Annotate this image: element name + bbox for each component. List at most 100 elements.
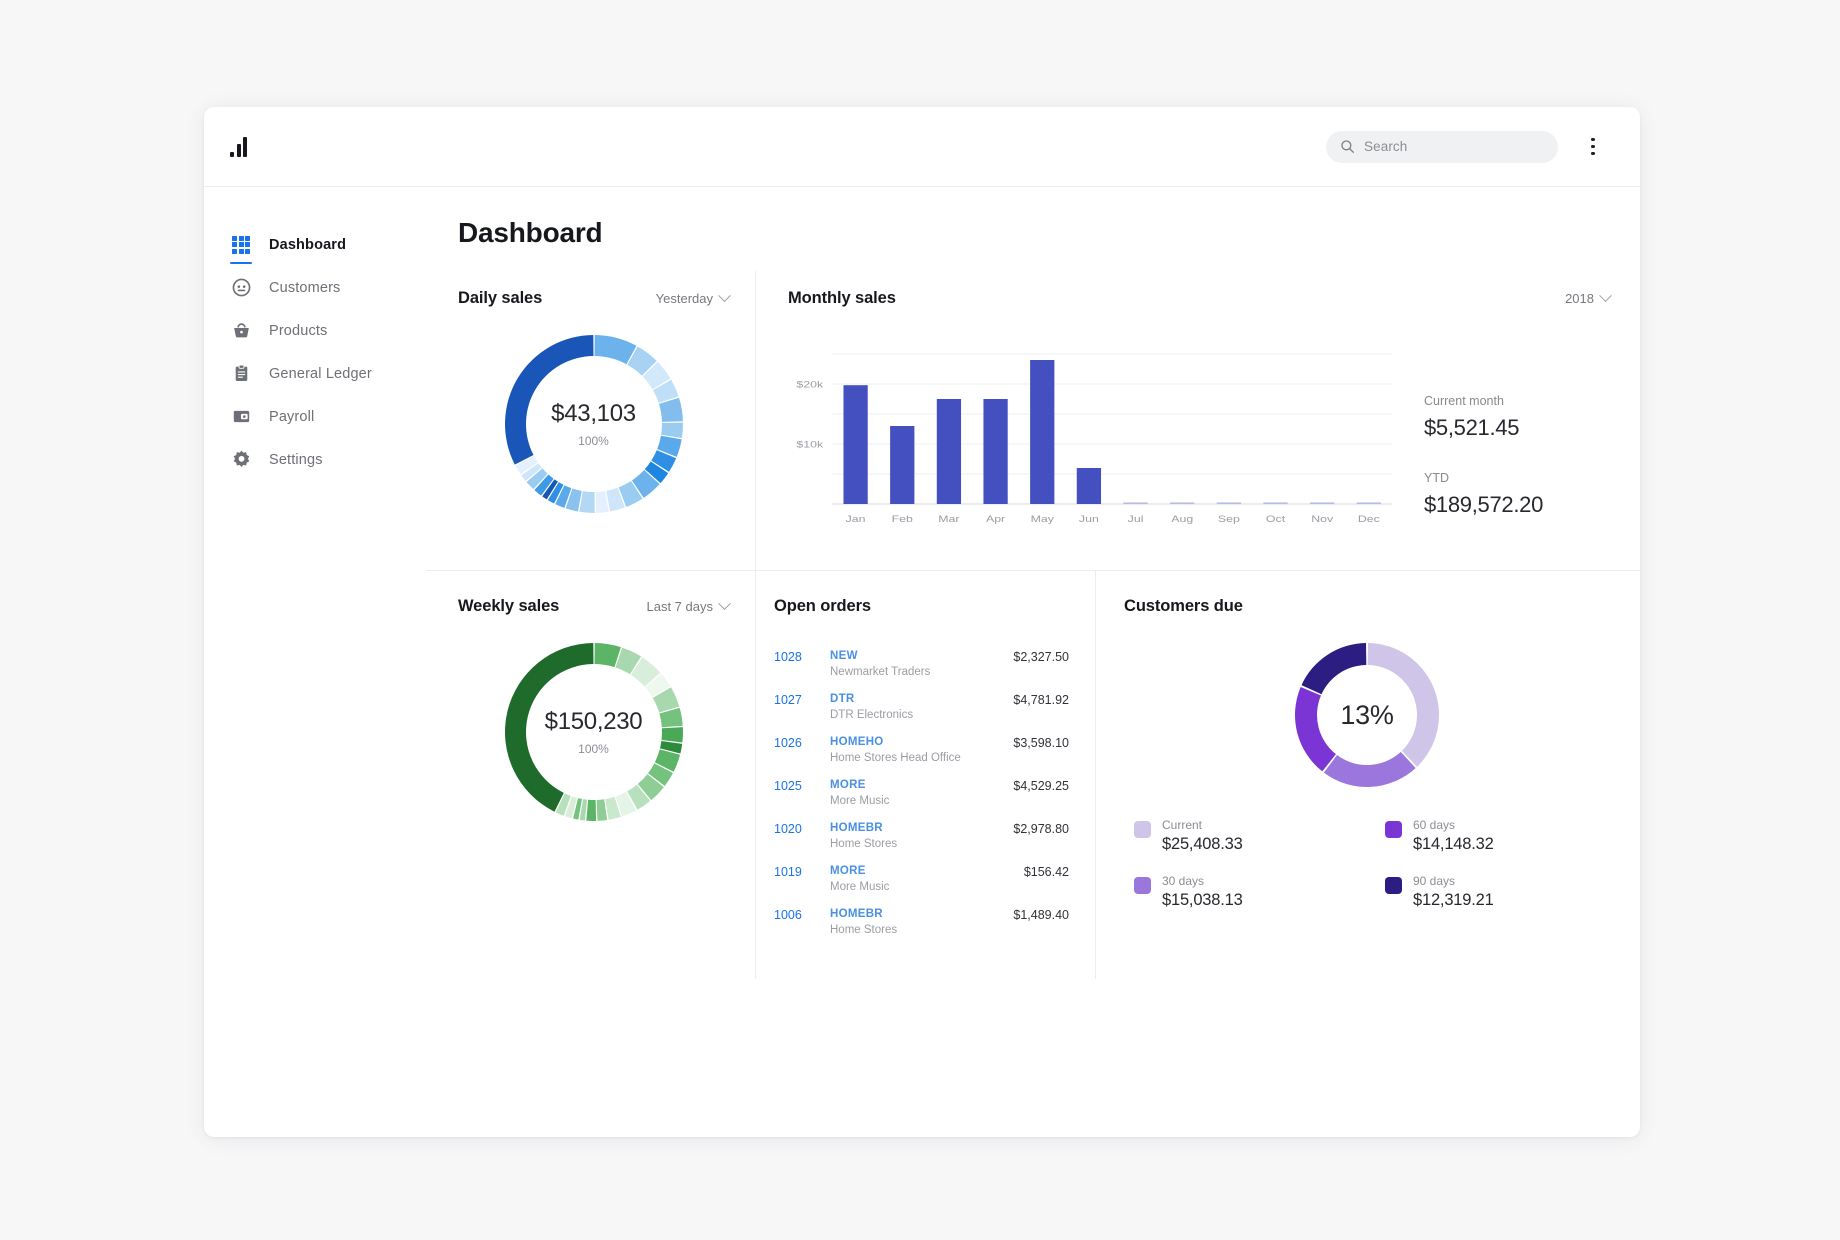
sidebar: Dashboard Customers Products General Led… xyxy=(204,187,426,1137)
daily-sales-range-dropdown[interactable]: Yesterday xyxy=(656,289,731,306)
order-code[interactable]: NEW xyxy=(830,650,1013,662)
order-code[interactable]: HOMEHO xyxy=(830,736,1013,748)
panel-monthly-sales: Monthly sales 2018 $10k $20k Jan Feb Mar Apr M… xyxy=(756,271,1640,570)
order-row[interactable]: 1006 HOMEBR Home Stores $1,489.40 xyxy=(774,902,1069,945)
panel-weekly-sales: Weekly sales Last 7 days $150,230 100% xyxy=(426,571,756,979)
order-id[interactable]: 1020 xyxy=(774,822,830,836)
legend-value: $25,408.33 xyxy=(1162,835,1243,853)
svg-text:Nov: Nov xyxy=(1311,514,1334,524)
legend-value: $12,319.21 xyxy=(1413,891,1494,909)
sidebar-item-label: Dashboard xyxy=(269,236,347,253)
sidebar-item-customers[interactable]: Customers xyxy=(226,266,426,309)
order-row[interactable]: 1025 MORE More Music $4,529.25 xyxy=(774,773,1069,816)
panel-title: Open orders xyxy=(774,597,872,615)
monthly-sales-year-dropdown[interactable]: 2018 xyxy=(1565,289,1612,306)
order-id[interactable]: 1026 xyxy=(774,736,830,750)
panel-header: Daily sales Yesterday xyxy=(458,289,731,308)
dashboard-row-bottom: Weekly sales Last 7 days $150,230 100% O… xyxy=(426,571,1640,979)
sidebar-item-dashboard[interactable]: Dashboard xyxy=(226,223,426,266)
search-icon xyxy=(1341,140,1354,153)
order-code[interactable]: DTR xyxy=(830,693,1013,705)
bar-chart-logo-icon xyxy=(230,136,247,157)
chevron-down-icon xyxy=(718,597,731,611)
legend-swatch xyxy=(1134,877,1151,894)
sidebar-item-products[interactable]: Products xyxy=(226,309,426,352)
donut-chart-customers-due: 13% xyxy=(1294,642,1440,788)
order-customer-name: More Music xyxy=(830,881,890,893)
order-code[interactable]: HOMEBR xyxy=(830,908,1013,920)
order-amount: $2,327.50 xyxy=(1013,650,1069,664)
kebab-menu-icon[interactable] xyxy=(1576,130,1610,164)
order-row[interactable]: 1028 NEW Newmarket Traders $2,327.50 xyxy=(774,644,1069,687)
page-title: Dashboard xyxy=(458,217,603,248)
order-row[interactable]: 1019 MORE More Music $156.42 xyxy=(774,859,1069,902)
order-row[interactable]: 1020 HOMEBR Home Stores $2,978.80 xyxy=(774,816,1069,859)
top-bar: Search xyxy=(204,107,1640,187)
monthly-main: $10k $20k Jan Feb Mar Apr May Jun Jul Aug Sep Oct No… xyxy=(788,342,1610,532)
order-amount: $2,978.80 xyxy=(1013,822,1069,836)
legend-item: Current $25,408.33 xyxy=(1134,818,1359,854)
monthly-sales-chart: $10k $20k Jan Feb Mar Apr May Jun Jul Aug Sep Oct No… xyxy=(788,342,1400,532)
order-amount: $4,529.25 xyxy=(1013,779,1069,793)
svg-text:Sep: Sep xyxy=(1218,514,1240,524)
sidebar-item-label: Payroll xyxy=(269,408,315,425)
order-id[interactable]: 1006 xyxy=(774,908,830,922)
order-amount: $1,489.40 xyxy=(1013,908,1069,922)
panel-open-orders: Open orders 1028 NEW Newmarket Traders $2,3… xyxy=(756,571,1096,979)
order-customer-name: Home Stores xyxy=(830,924,898,936)
order-id[interactable]: 1028 xyxy=(774,650,830,664)
legend-value: $14,148.32 xyxy=(1413,835,1494,853)
stat-value: $189,572.20 xyxy=(1424,492,1544,517)
daily-sales-value: $43,103 xyxy=(551,400,636,427)
body-wrapper: Dashboard Customers Products General Led… xyxy=(204,187,1640,1137)
customers-due-legend: Current $25,408.33 60 days $14,148.32 30 day… xyxy=(1124,818,1610,910)
svg-text:$20k: $20k xyxy=(796,380,823,390)
weekly-sales-percent: 100% xyxy=(578,742,609,756)
legend-item: 90 days $12,319.21 xyxy=(1385,874,1610,910)
customers-due-percent: 13% xyxy=(1340,699,1394,730)
stat-current-month: Current month $5,521.45 xyxy=(1424,394,1610,441)
order-id[interactable]: 1025 xyxy=(774,779,830,793)
legend-value: $15,038.13 xyxy=(1162,891,1243,909)
basket-icon xyxy=(230,320,252,342)
search-input[interactable]: Search xyxy=(1326,130,1558,163)
daily-sales-chart: $43,103 100% xyxy=(458,334,729,514)
order-row[interactable]: 1026 HOMEHO Home Stores Head Office $3,598.… xyxy=(774,730,1069,773)
svg-text:Apr: Apr xyxy=(986,514,1006,524)
donut-center-label: $150,230 100% xyxy=(504,642,684,822)
legend-text: 30 days $15,038.13 xyxy=(1162,874,1243,910)
sidebar-item-general-ledger[interactable]: General Ledger xyxy=(226,352,426,395)
person-icon xyxy=(230,277,252,299)
order-customer: HOMEBR Home Stores xyxy=(830,822,1013,850)
dashboard-row-top: Daily sales Yesterday $43,103 100% Month… xyxy=(426,271,1640,571)
gear-icon xyxy=(230,449,252,471)
order-code[interactable]: MORE xyxy=(830,865,1024,877)
stat-ytd: YTD $189,572.20 xyxy=(1424,471,1610,518)
order-row[interactable]: 1027 DTR DTR Electronics $4,781.92 xyxy=(774,687,1069,730)
order-code[interactable]: MORE xyxy=(830,779,1013,791)
legend-text: Current $25,408.33 xyxy=(1162,818,1243,854)
order-customer: MORE More Music xyxy=(830,865,1024,893)
sidebar-item-label: General Ledger xyxy=(269,365,372,382)
weekly-sales-range-dropdown[interactable]: Last 7 days xyxy=(647,597,731,614)
legend-label: 60 days xyxy=(1413,818,1456,832)
sidebar-item-payroll[interactable]: Payroll xyxy=(226,395,426,438)
panel-header: Monthly sales 2018 xyxy=(788,289,1612,308)
order-id[interactable]: 1019 xyxy=(774,865,830,879)
weekly-sales-value: $150,230 xyxy=(544,708,643,735)
search-placeholder: Search xyxy=(1364,139,1408,154)
sidebar-item-settings[interactable]: Settings xyxy=(226,438,426,481)
order-id[interactable]: 1027 xyxy=(774,693,830,707)
panel-header: Open orders xyxy=(774,597,1069,616)
stat-label: Current month xyxy=(1424,394,1504,408)
svg-text:May: May xyxy=(1031,514,1055,524)
legend-text: 90 days $12,319.21 xyxy=(1413,874,1494,910)
order-code[interactable]: HOMEBR xyxy=(830,822,1013,834)
order-customer-name: More Music xyxy=(830,795,890,807)
svg-text:Jan: Jan xyxy=(846,514,866,524)
order-customer-name: Home Stores xyxy=(830,838,898,850)
donut-center-label: $43,103 100% xyxy=(504,334,684,514)
monthly-stats: Current month $5,521.45 YTD $189,572.20 xyxy=(1400,342,1610,532)
order-customer-name: Newmarket Traders xyxy=(830,666,931,678)
svg-text:Oct: Oct xyxy=(1266,514,1285,524)
